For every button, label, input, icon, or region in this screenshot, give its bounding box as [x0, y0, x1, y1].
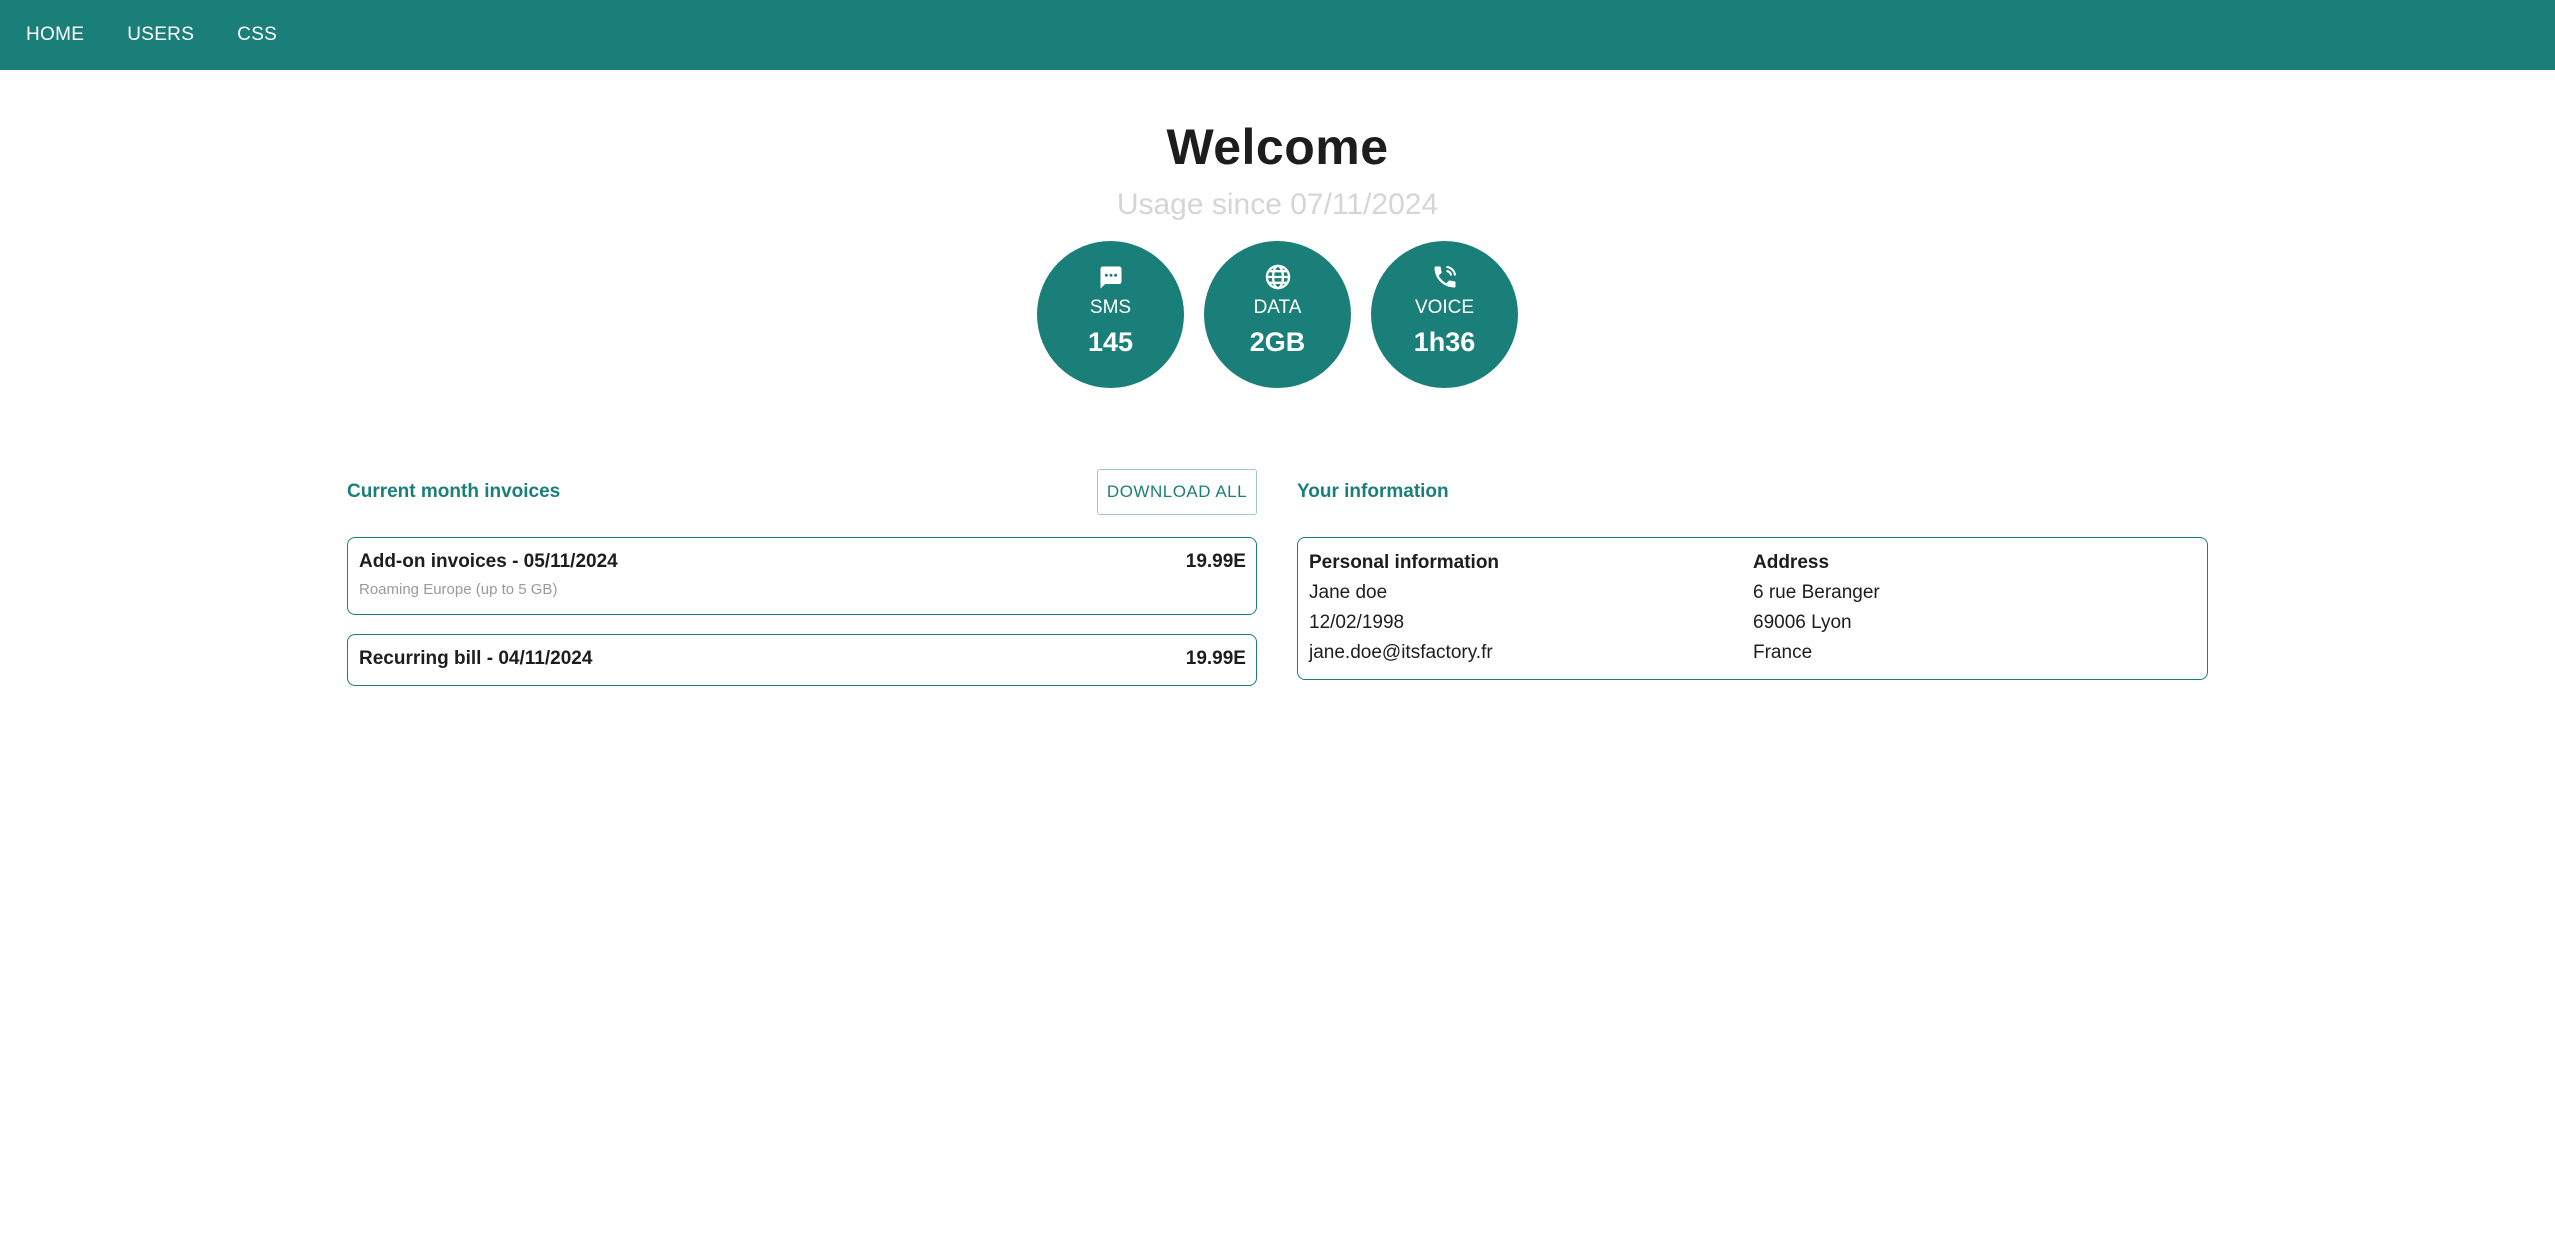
- user-name: Jane doe: [1309, 582, 1388, 603]
- address-country: France: [1753, 642, 1813, 663]
- download-all-button[interactable]: DOWNLOAD ALL: [1097, 469, 1257, 515]
- personal-info-heading: Personal information: [1309, 552, 1500, 573]
- address-street: 6 rue Beranger: [1753, 582, 1880, 603]
- address-column: Address 6 rue Beranger 69006 Lyon France: [1753, 548, 1880, 668]
- nav-css-link[interactable]: CSS: [233, 20, 281, 50]
- globe-icon: [1204, 263, 1351, 291]
- nav-users-link[interactable]: USERS: [123, 20, 198, 50]
- invoice-title: Recurring bill - 04/11/2024: [359, 648, 593, 669]
- invoice-detail: Roaming Europe (up to 5 GB): [359, 581, 558, 598]
- data-label: DATA: [1253, 297, 1302, 318]
- user-birthdate: 12/02/1998: [1309, 612, 1405, 633]
- invoices-section-title: Current month invoices: [347, 481, 561, 502]
- voice-label: VOICE: [1414, 297, 1475, 318]
- invoice-amount: 19.99E: [1185, 551, 1246, 572]
- voice-usage-circle: VOICE 1h36: [1371, 241, 1518, 388]
- invoice-card[interactable]: Add-on invoices - 05/11/2024 19.99E Roam…: [347, 537, 1257, 615]
- data-value: 2GB: [1249, 327, 1306, 357]
- info-section-title: Your information: [1297, 481, 1449, 502]
- phone-icon: [1371, 263, 1518, 291]
- message-icon: [1037, 263, 1184, 291]
- invoice-amount: 19.99E: [1185, 648, 1246, 669]
- info-card: Personal information Jane doe 12/02/1998…: [1297, 537, 2208, 680]
- user-email: jane.doe@itsfactory.fr: [1309, 642, 1493, 663]
- usage-since-subtitle: Usage since 07/11/2024: [1116, 188, 1439, 221]
- address-heading: Address: [1753, 552, 1830, 573]
- sms-value: 145: [1087, 327, 1134, 357]
- nav-home-link[interactable]: HOME: [22, 20, 88, 50]
- sms-usage-circle: SMS 145: [1037, 241, 1184, 388]
- voice-value: 1h36: [1413, 327, 1476, 357]
- page-title: Welcome: [1166, 119, 1389, 175]
- invoice-card[interactable]: Recurring bill - 04/11/2024 19.99E: [347, 634, 1257, 686]
- personal-info-column: Personal information Jane doe 12/02/1998…: [1309, 548, 1499, 668]
- address-city: 69006 Lyon: [1753, 612, 1852, 633]
- top-nav-bar: HOME USERS CSS: [0, 0, 2555, 70]
- data-usage-circle: DATA 2GB: [1204, 241, 1351, 388]
- invoice-title: Add-on invoices - 05/11/2024: [359, 551, 618, 572]
- sms-label: SMS: [1089, 297, 1132, 318]
